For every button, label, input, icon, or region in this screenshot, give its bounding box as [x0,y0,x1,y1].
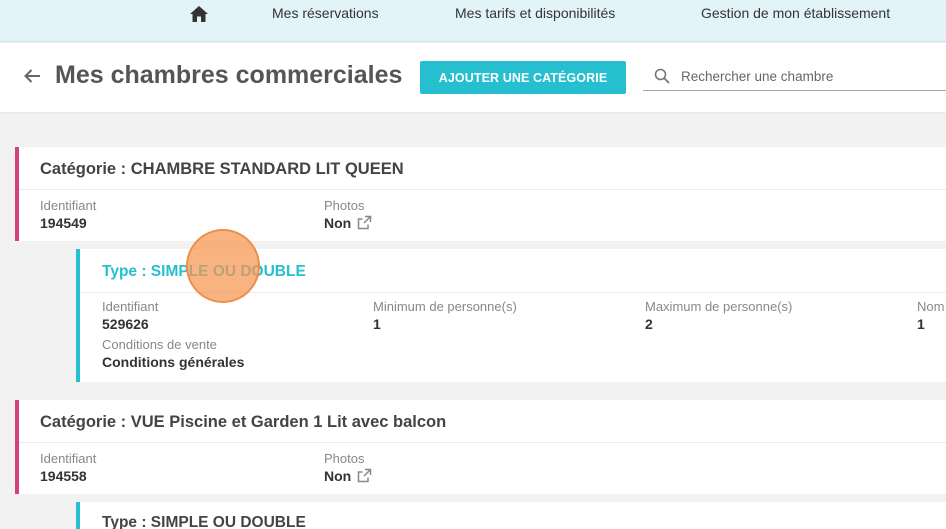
back-arrow-icon[interactable] [23,68,41,84]
identifier-value: 194549 [40,215,87,231]
identifier-value: 529626 [102,316,149,332]
page-header: Mes chambres commerciales AJOUTER UNE CA… [0,43,946,112]
search-input[interactable] [681,66,941,86]
room-type-card: Type : SIMPLE OU DOUBLE Identifiant 5296… [76,249,946,382]
photos-label: Photos [324,451,365,466]
search-icon [654,68,670,84]
nav-establishment-management[interactable]: Gestion de mon établissement [701,5,890,21]
page-title: Mes chambres commerciales [55,61,403,89]
category-title: Catégorie : CHAMBRE STANDARD LIT QUEEN [19,147,946,190]
identifier-value: 194558 [40,468,87,484]
max-persons-value: 2 [645,316,653,332]
photos-value: Non [324,468,372,484]
room-type-title[interactable]: Type : SIMPLE OU DOUBLE [80,249,946,293]
room-type-details: Identifiant 529626 Minimum de personne(s… [80,293,946,382]
nav-rates-availability[interactable]: Mes tarifs et disponibilités [455,5,615,21]
category-details: Identifiant 194549 Photos Non [19,190,946,241]
identifier-label: Identifiant [102,299,159,314]
category-title: Catégorie : VUE Piscine et Garden 1 Lit … [19,400,946,443]
search-field[interactable] [643,61,946,91]
min-persons-label: Minimum de personne(s) [373,299,517,314]
category-card: Catégorie : CHAMBRE STANDARD LIT QUEEN I… [15,147,946,241]
sale-conditions-label: Conditions de vente [102,337,217,352]
room-type-card: Type : SIMPLE OU DOUBLE [76,502,946,529]
max-persons-label: Maximum de personne(s) [645,299,793,314]
category-card: Catégorie : VUE Piscine et Garden 1 Lit … [15,400,946,494]
home-icon[interactable] [189,5,209,23]
extra-value: 1 [917,316,925,332]
identifier-label: Identifiant [40,198,97,213]
identifier-label: Identifiant [40,451,97,466]
photos-label: Photos [324,198,365,213]
external-link-icon[interactable] [357,215,372,230]
sale-conditions-value: Conditions générales [102,354,245,370]
category-details: Identifiant 194558 Photos Non [19,443,946,494]
extra-label: Nom [917,299,945,314]
top-navigation: Mes réservations Mes tarifs et disponibi… [0,0,946,42]
nav-reservations[interactable]: Mes réservations [272,5,379,21]
room-type-title[interactable]: Type : SIMPLE OU DOUBLE [80,502,946,529]
external-link-icon[interactable] [357,468,372,483]
min-persons-value: 1 [373,316,381,332]
photos-value: Non [324,215,372,231]
add-category-button[interactable]: AJOUTER UNE CATÉGORIE [420,61,626,94]
